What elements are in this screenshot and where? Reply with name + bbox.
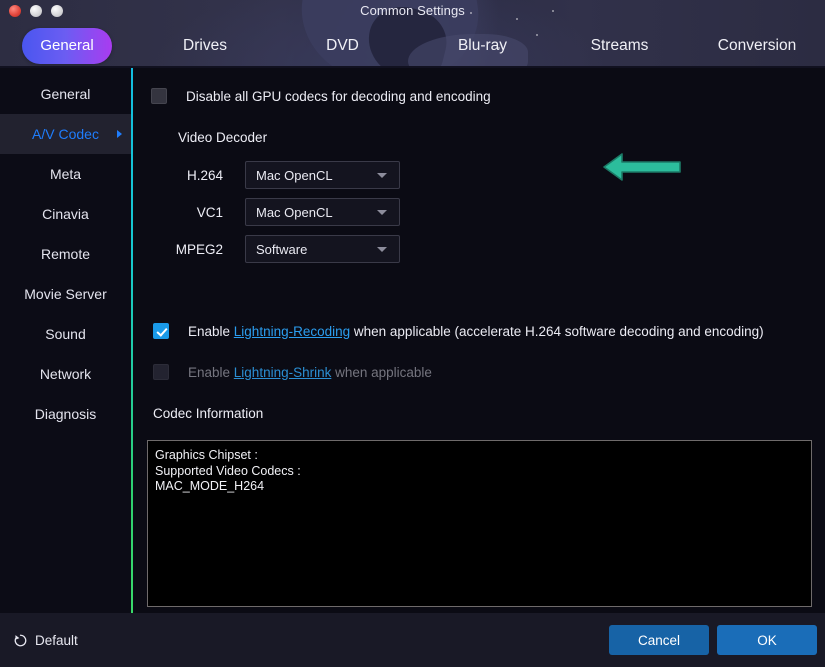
lightning-recoding-link[interactable]: Lightning-Recoding [234,324,350,339]
codec-information-title: Codec Information [153,406,264,421]
tab-bluray[interactable]: Blu-ray [435,28,530,64]
video-decoder-title: Video Decoder [178,130,268,145]
lightning-recoding-checkbox[interactable] [153,323,169,339]
sidebar-item-label: Diagnosis [34,406,97,422]
main-panel: Disable all GPU codecs for decoding and … [133,68,825,613]
decoder-label: H.264 [186,167,223,183]
codec-information-textarea[interactable]: Graphics Chipset : Supported Video Codec… [147,440,812,607]
decoder-select-mpeg2[interactable]: Software [245,235,400,263]
tab-drives[interactable]: Drives [160,28,250,64]
minimize-button[interactable] [30,5,42,17]
sidebar-item-cinavia[interactable]: Cinavia [0,194,131,234]
lightning-shrink-suffix: when applicable [331,364,432,380]
decoder-value: Mac OpenCL [256,167,333,183]
sidebar-item-general[interactable]: General [0,74,131,114]
left-arrow-annotation-icon [603,153,681,181]
sidebar-item-remote[interactable]: Remote [0,234,131,274]
codec-information-text: Graphics Chipset : Supported Video Codec… [155,448,301,493]
sidebar-item-sound[interactable]: Sound [0,314,131,354]
decoder-row-mpeg2: MPEG2 Software [151,235,400,263]
sidebar-item-label: A/V Codec [32,126,99,142]
lightning-recoding-prefix: Enable [188,323,234,339]
chevron-down-icon [377,173,387,178]
sidebar-item-diagnosis[interactable]: Diagnosis [0,394,131,434]
chevron-right-icon [117,130,122,138]
sidebar-item-label: Sound [45,326,86,342]
settings-window: Common Settings General Drives DVD Blu-r… [0,0,825,667]
default-button[interactable]: Default [13,629,78,651]
lightning-shrink-label: Enable Lightning-Shrink when applicable [188,365,432,380]
lightning-shrink-prefix: Enable [188,364,234,380]
decoder-row-vc1: VC1 Mac OpenCL [151,198,400,226]
decoder-label: MPEG2 [175,241,223,257]
tab-dvd[interactable]: DVD [300,28,385,64]
lightning-recoding-suffix: when applicable (accelerate H.264 softwa… [350,323,764,339]
disable-gpu-checkbox[interactable] [151,88,167,104]
sidebar-item-label: Cinavia [42,206,89,222]
tab-bar: General Drives DVD Blu-ray Streams Conve… [0,28,825,68]
footer-bar: Default Cancel OK [0,613,825,667]
sidebar-item-movie-server[interactable]: Movie Server [0,274,131,314]
decoder-select-h264[interactable]: Mac OpenCL [245,161,400,189]
decoder-row-h264: H.264 Mac OpenCL [151,161,400,189]
lightning-shrink-link: Lightning-Shrink [233,364,332,380]
sidebar-item-label: Meta [49,166,82,182]
tab-streams[interactable]: Streams [572,28,667,64]
decoder-value: Software [256,241,308,257]
sidebar-item-av-codec[interactable]: A/V Codec [0,114,131,154]
decoder-select-vc1[interactable]: Mac OpenCL [245,198,400,226]
tab-conversion[interactable]: Conversion [702,28,812,64]
chevron-down-icon [377,210,387,215]
tab-general[interactable]: General [22,28,112,64]
window-title: Common Settings [360,3,465,18]
sidebar-item-label: General [40,86,91,102]
disable-gpu-row[interactable]: Disable all GPU codecs for decoding and … [151,88,491,104]
close-button[interactable] [9,5,21,17]
title-bar: Common Settings General Drives DVD Blu-r… [0,0,825,68]
titlebar-divider [0,66,825,68]
default-button-label: Default [35,632,78,648]
disable-gpu-label: Disable all GPU codecs for decoding and … [186,88,491,104]
window-controls [9,5,63,17]
sidebar: General A/V Codec Meta Cinavia Remote Mo… [0,68,131,613]
reset-arrow-icon [14,634,27,646]
sidebar-item-label: Network [39,366,92,382]
decorative-star [516,18,518,20]
decoder-label: VC1 [196,204,223,220]
sidebar-item-meta[interactable]: Meta [0,154,131,194]
cancel-button[interactable]: Cancel [609,625,709,655]
lightning-recoding-row[interactable]: Enable Lightning-Recoding when applicabl… [153,323,764,339]
sidebar-item-network[interactable]: Network [0,354,131,394]
lightning-shrink-row: Enable Lightning-Shrink when applicable [153,364,432,380]
sidebar-item-label: Movie Server [24,286,107,302]
lightning-shrink-checkbox [153,364,169,380]
sidebar-item-label: Remote [40,246,91,262]
lightning-recoding-label: Enable Lightning-Recoding when applicabl… [188,324,764,339]
ok-button[interactable]: OK [717,625,817,655]
chevron-down-icon [377,247,387,252]
decoder-value: Mac OpenCL [256,204,333,220]
zoom-button[interactable] [51,5,63,17]
